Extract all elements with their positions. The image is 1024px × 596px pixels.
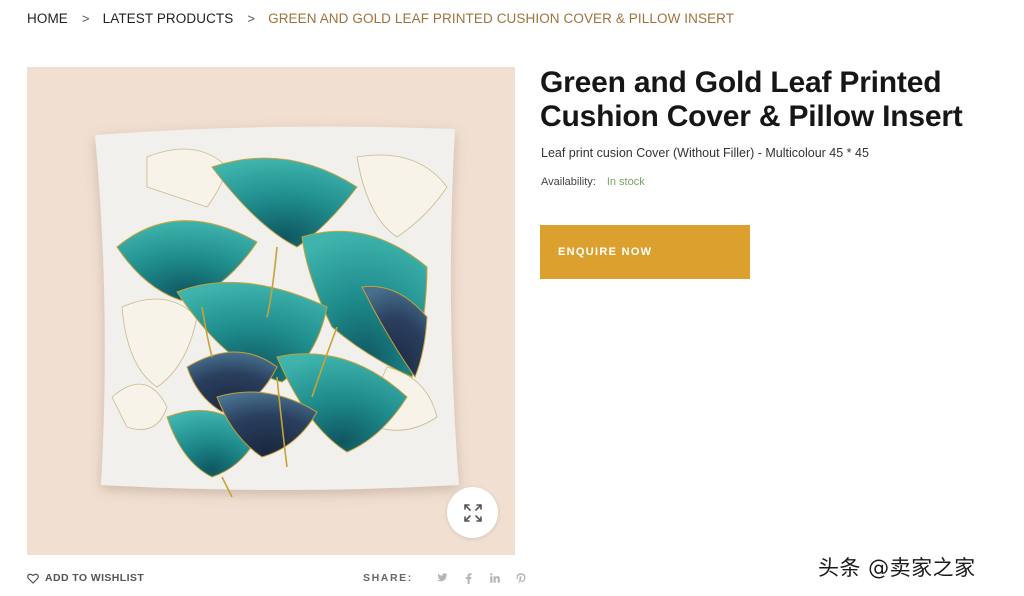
breadcrumb-home-link[interactable]: HOME <box>27 11 68 26</box>
facebook-icon[interactable] <box>463 572 475 584</box>
availability-label: Availability: <box>541 176 596 188</box>
breadcrumb-separator-icon: > <box>81 10 90 26</box>
breadcrumb-current: GREEN AND GOLD LEAF PRINTED CUSHION COVE… <box>268 10 735 26</box>
linkedin-icon[interactable] <box>489 572 501 584</box>
breadcrumb-separator-icon: > <box>247 10 256 26</box>
product-image[interactable] <box>27 67 515 555</box>
breadcrumb-category-link[interactable]: LATEST PRODUCTS <box>103 11 234 26</box>
product-title: Green and Gold Leaf Printed Cushion Cove… <box>540 66 963 133</box>
zoom-button[interactable] <box>447 487 498 538</box>
product-image-gallery[interactable] <box>27 67 515 555</box>
share-label: SHARE: <box>363 572 413 584</box>
product-description: Leaf print cusion Cover (Without Filler)… <box>541 146 869 160</box>
heart-icon <box>27 573 39 584</box>
enquire-now-button[interactable]: ENQUIRE NOW <box>540 225 750 279</box>
wishlist-label: ADD TO WISHLIST <box>45 572 145 584</box>
share-bar: SHARE: <box>363 570 527 586</box>
breadcrumb: HOME > LATEST PRODUCTS > GREEN AND GOLD … <box>27 9 734 27</box>
add-to-wishlist-button[interactable]: ADD TO WISHLIST <box>27 572 144 584</box>
availability: Availability: In stock <box>541 176 645 188</box>
pinterest-icon[interactable] <box>515 572 527 584</box>
twitter-icon[interactable] <box>437 572 449 584</box>
stock-status: In stock <box>606 176 645 188</box>
watermark-text: 头条 @卖家之家 <box>818 556 976 580</box>
expand-icon <box>463 503 482 522</box>
